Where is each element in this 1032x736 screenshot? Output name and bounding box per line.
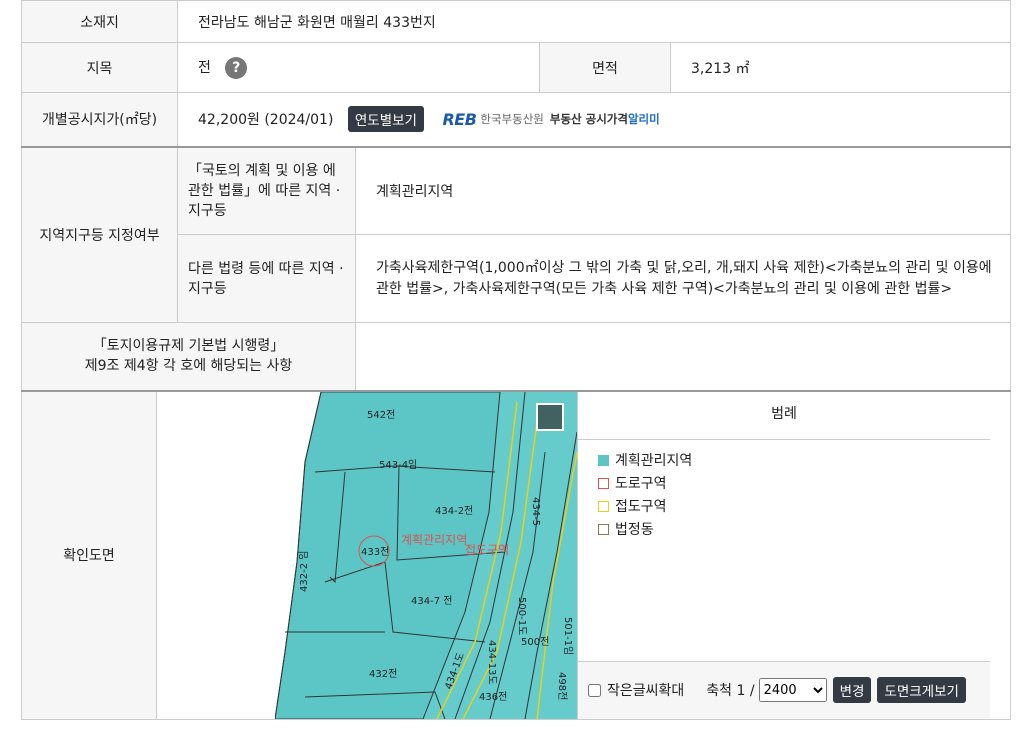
reb-service-b: 알리미 (627, 112, 660, 127)
svg-text:434-7 전: 434-7 전 (411, 595, 452, 607)
regulation-value (355, 322, 1012, 391)
map-cell: 542전 543-4임 434-2전 433전 434-7 전 432전 436… (155, 389, 1012, 720)
reb-link[interactable]: REB 한국부동산원 부동산 공시가격 알리미 (442, 110, 659, 129)
legend-item-roadside: 접도구역 (598, 496, 990, 519)
regulation-label-line2: 제9조 제4항 각 호에 해당되는 사항 (84, 358, 293, 375)
svg-text:542전: 542전 (367, 409, 395, 421)
legend-item-road: 도로구역 (598, 473, 990, 496)
jimok-cell: 전 ? (177, 42, 541, 93)
year-view-button[interactable]: 연도별보기 (347, 106, 424, 133)
legend-list: 계획관리지역 도로구역 접도구역 법정동 (578, 440, 990, 542)
legend-swatch-legaldong (598, 524, 609, 535)
enlarge-map-button[interactable]: 도면크게보기 (877, 677, 966, 703)
price-label: 개별공시지가(㎡당) (20, 92, 179, 147)
svg-text:543-4임: 543-4임 (379, 458, 417, 471)
legend-swatch-road (598, 478, 609, 489)
svg-text:498전: 498전 (556, 672, 568, 700)
svg-text:432전: 432전 (369, 668, 397, 680)
legend-item-legaldong: 법정동 (598, 519, 990, 542)
legend-label-planned: 계획관리지역 (615, 452, 693, 469)
zoning-sub2-label: 다른 법령 등에 따른 지역 · 지구등 (177, 234, 357, 323)
svg-text:500전: 500전 (521, 636, 549, 648)
location-value: 전라남도 해남군 화원면 매월리 433번지 (177, 0, 1012, 43)
legend-title: 범례 (578, 392, 990, 440)
legend-label-roadside: 접도구역 (615, 498, 667, 515)
legend-swatch-planned (598, 455, 609, 466)
zoning-sub1-label: 「국토의 계획 및 이용 에 관한 법률」에 따른 지역 · 지구등 (177, 145, 357, 235)
jimok-label: 지목 (20, 42, 179, 93)
price-cell: 42,200원 (2024/01) 연도별보기 REB 한국부동산원 부동산 공… (177, 92, 1012, 147)
zoning-label: 지역지구등 지정여부 (20, 145, 179, 323)
svg-text:500-1도: 500-1도 (516, 597, 527, 635)
svg-text:434-13도: 434-13도 (486, 640, 497, 685)
svg-text:434-5: 434-5 (530, 497, 541, 526)
scale-label: 축척 1 / (706, 683, 755, 699)
help-icon[interactable]: ? (225, 56, 248, 79)
area-label: 면적 (539, 42, 672, 93)
reb-logo-icon: REB (442, 109, 477, 129)
area-value: 3,213 ㎡ (670, 42, 1012, 93)
zoning-sub1-value: 계획관리지역 (355, 145, 1012, 235)
svg-text:433전: 433전 (361, 546, 389, 558)
reb-org: 한국부동산원 (480, 112, 544, 127)
regulation-label: 「토지이용규제 기본법 시행령」 제9조 제4항 각 호에 해당되는 사항 (20, 322, 357, 391)
price-value: 42,200원 (2024/01) (198, 112, 334, 129)
svg-text:432-2 임: 432-2 임 (297, 550, 310, 591)
regulation-label-line1: 「토지이용규제 기본법 시행령」 (92, 338, 285, 355)
location-label: 소재지 (20, 0, 179, 43)
zoning-sub2-value: 가축사육제한구역(1,000㎡이상 그 밖의 가축 및 닭,오리, 개,돼지 사… (355, 234, 1012, 323)
land-info-table: 소재지 전라남도 해남군 화원면 매월리 433번지 지목 전 ? 면적 3,2… (20, 0, 1012, 720)
legend-label-legaldong: 법정동 (615, 521, 654, 538)
legend-swatch-roadside (598, 501, 609, 512)
map-label: 확인도면 (21, 389, 157, 720)
change-button[interactable]: 변경 (832, 677, 872, 703)
zone-label-roadside: 접도구역 (465, 543, 509, 557)
reb-service-a: 부동산 공시가격 (549, 112, 628, 127)
svg-text:436전: 436전 (479, 691, 507, 703)
map-controls: 작은글씨확대 축척 1 / 2400 변경 도면크게보기 (578, 660, 990, 719)
small-font-checkbox[interactable] (588, 683, 601, 697)
legend-panel: 범례 계획관리지역 도로구역 접도구역 법정동 작은글씨확대 축척 1 / 24… (577, 391, 990, 719)
legend-label-road: 도로구역 (615, 475, 667, 492)
scale-select[interactable]: 2400 (758, 678, 827, 702)
small-font-label[interactable]: 작은글씨확대 (607, 680, 684, 700)
map-area: 542전 543-4임 434-2전 433전 434-7 전 432전 436… (157, 391, 1010, 719)
legend-item-planned: 계획관리지역 (598, 450, 990, 473)
cadastral-map[interactable]: 542전 543-4임 434-2전 433전 434-7 전 432전 436… (275, 391, 577, 719)
zone-label-planned: 계획관리지역 (401, 533, 467, 547)
svg-text:434-2전: 434-2전 (435, 505, 473, 517)
svg-text:501-1임: 501-1임 (562, 617, 575, 655)
jimok-value: 전 (198, 59, 211, 76)
